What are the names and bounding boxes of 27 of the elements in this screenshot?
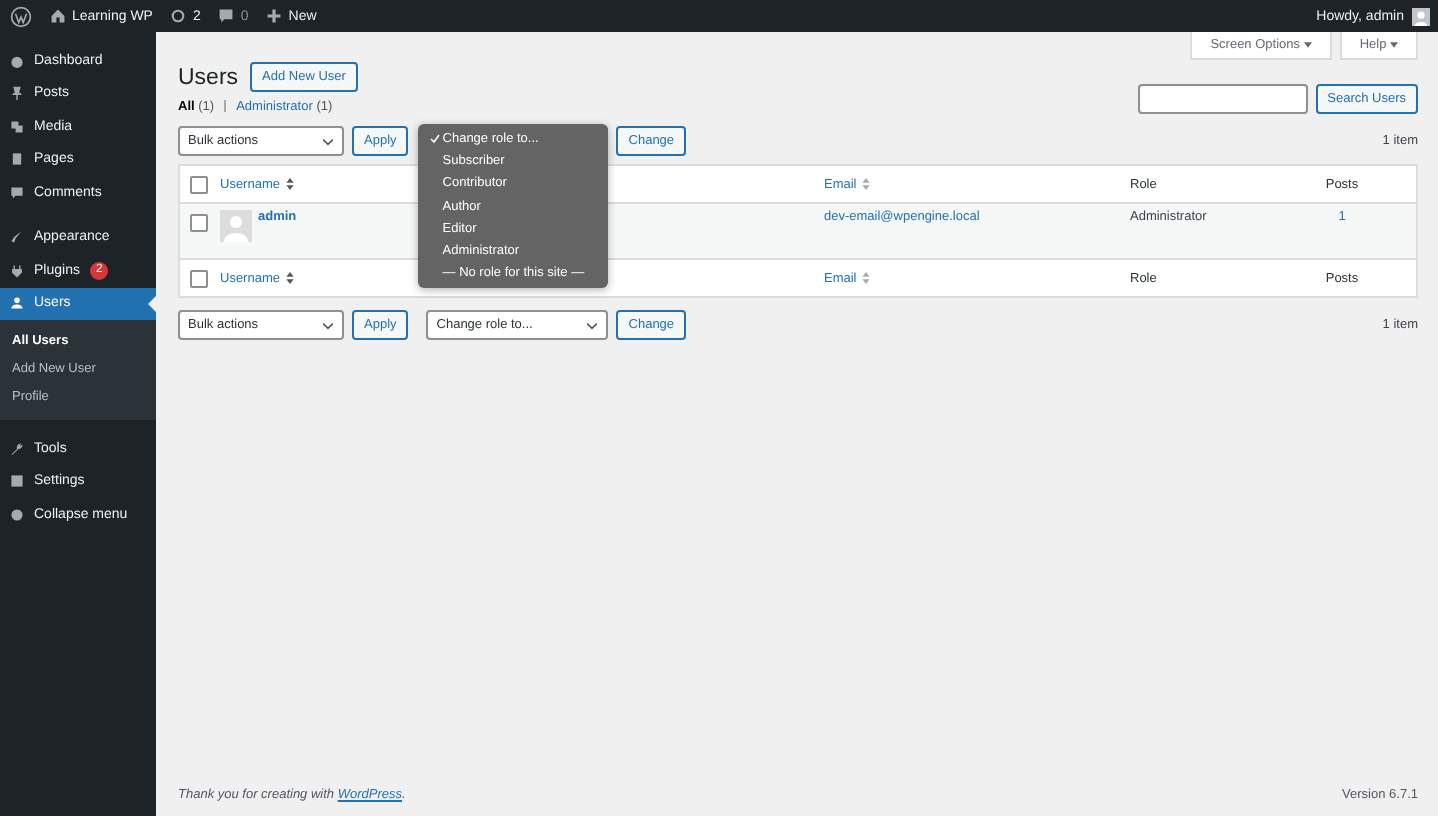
chevron-down-icon: [586, 321, 599, 329]
chevron-down-icon: [322, 137, 334, 145]
wrench-icon: [10, 441, 24, 456]
person-icon: [10, 296, 24, 311]
sort-icon[interactable]: [285, 272, 294, 284]
avatar-icon[interactable]: [1412, 7, 1430, 25]
refresh-icon: [170, 8, 187, 24]
plug-icon: [10, 263, 24, 278]
media-icon: [10, 119, 24, 134]
house-icon: [50, 8, 66, 24]
chevron-down-icon: [322, 321, 334, 329]
speech-bubble-icon: [218, 8, 235, 24]
plus-icon: [266, 8, 283, 24]
search-field[interactable]: [1137, 84, 1308, 114]
brush-icon: [10, 230, 24, 245]
sort-icon[interactable]: [285, 178, 294, 190]
row-checkbox[interactable]: [190, 214, 208, 232]
speech-bubble-icon: [10, 185, 24, 200]
wordpress-logo-icon[interactable]: [10, 5, 32, 27]
triangle-down-icon: [1390, 42, 1398, 48]
select-all-checkbox[interactable]: [190, 175, 208, 193]
triangle-down-icon: [1303, 42, 1312, 48]
page-icon: [10, 152, 24, 167]
page-title: Users: [178, 65, 239, 89]
pin-icon: [10, 86, 24, 101]
avatar-icon: [220, 210, 252, 242]
select-all-checkbox[interactable]: [190, 269, 208, 287]
